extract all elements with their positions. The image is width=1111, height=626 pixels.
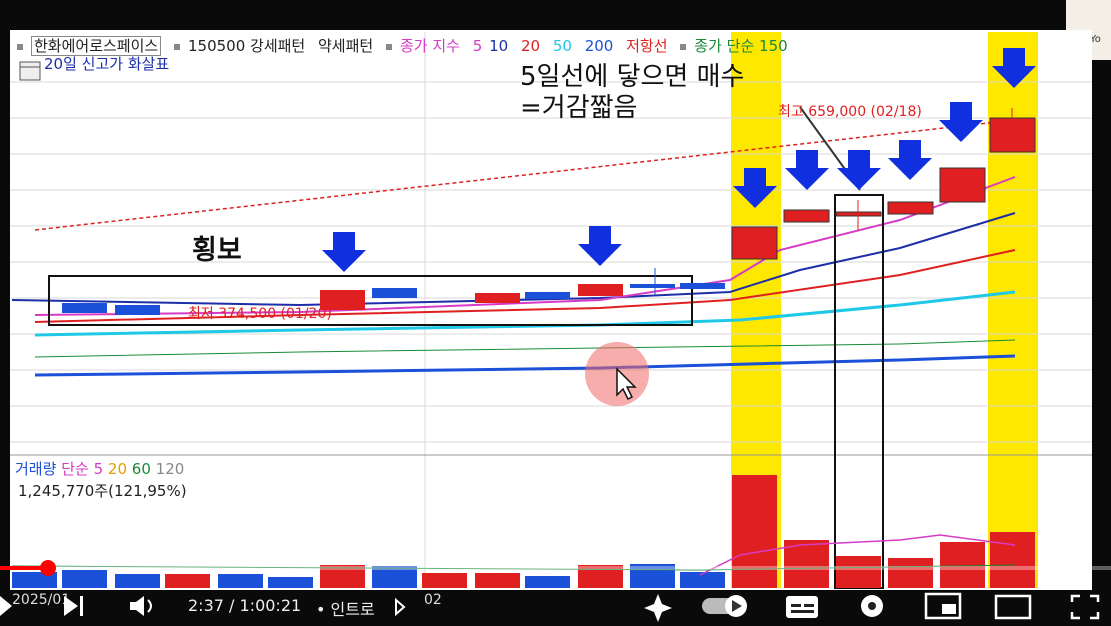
ma-value-5: 5 [472, 37, 483, 55]
annotation-sideways: 횡보 [192, 235, 242, 266]
player-controls [0, 592, 1100, 622]
ma-value-200: 200 [584, 37, 614, 55]
ma-10-line [11, 212, 1016, 307]
volume-icon [130, 596, 152, 616]
volume-ma-60: 60 [131, 460, 151, 478]
high-price-label: 최고 659,000 (02/18) [778, 104, 922, 120]
play-icon [0, 596, 12, 616]
sparkle-icon [644, 594, 672, 622]
ma-20-line [34, 249, 1016, 323]
settings-gear-icon [861, 595, 883, 617]
ma-value-20: 20 [520, 37, 541, 55]
ma-value-50: 50 [552, 37, 572, 55]
autoplay-toggle [702, 595, 747, 617]
pattern-weak: 약세패턴 [318, 37, 374, 55]
candles [62, 108, 1036, 315]
ma-value-10: 10 [489, 37, 509, 55]
ma-150-line [34, 339, 1016, 358]
highlight-column-2 [988, 32, 1038, 588]
resistance-label: 저항선 [626, 37, 668, 55]
progress-bar[interactable] [0, 566, 1111, 570]
new-high-legend: 20일 신고가 화살표 [44, 55, 170, 73]
time-display: 2:37 / 1:00:21 [188, 596, 302, 615]
chapter-title[interactable]: • 인트로 [316, 596, 375, 620]
ma-200-line [34, 354, 1016, 377]
video-frame[interactable]: Yo 한화에어로스페이스 150500 강세패턴 약세패턴 종가 지수 5 10… [0, 0, 1111, 626]
next-icon [64, 596, 83, 616]
ma-label: 종가 지수 [399, 37, 460, 55]
calendar-icon [19, 61, 41, 81]
miniplayer-icon [924, 592, 962, 620]
captions-icon [786, 596, 818, 618]
volume-label: 거래량 [15, 460, 57, 478]
pattern-strong: 150500 강세패턴 [187, 37, 306, 55]
fullscreen-icon [1070, 594, 1100, 620]
simple-ma-label: 종가 단순 150 [694, 37, 788, 55]
volume-count: 1,245,770주(121,95%) [18, 482, 187, 500]
low-price-label: 최저 374,500 (01/20) [188, 306, 332, 322]
volume-ma-20: 20 [107, 460, 127, 478]
chapter-chevron-icon [395, 597, 406, 617]
annotation-title: 5일선에 닿으면 매수 =거감짧음 [520, 62, 744, 124]
volume-ma-label: 단순 [61, 460, 89, 478]
annotation-title-line2: =거감짧음 [520, 93, 638, 123]
volume-legend: 거래량 단순 5 20 60 120 [15, 458, 184, 479]
volume-ma-120: 120 [155, 460, 185, 478]
theater-icon [994, 594, 1032, 620]
volume-ma-5: 5 [93, 460, 104, 478]
annotation-title-line1: 5일선에 닿으면 매수 [520, 62, 745, 92]
